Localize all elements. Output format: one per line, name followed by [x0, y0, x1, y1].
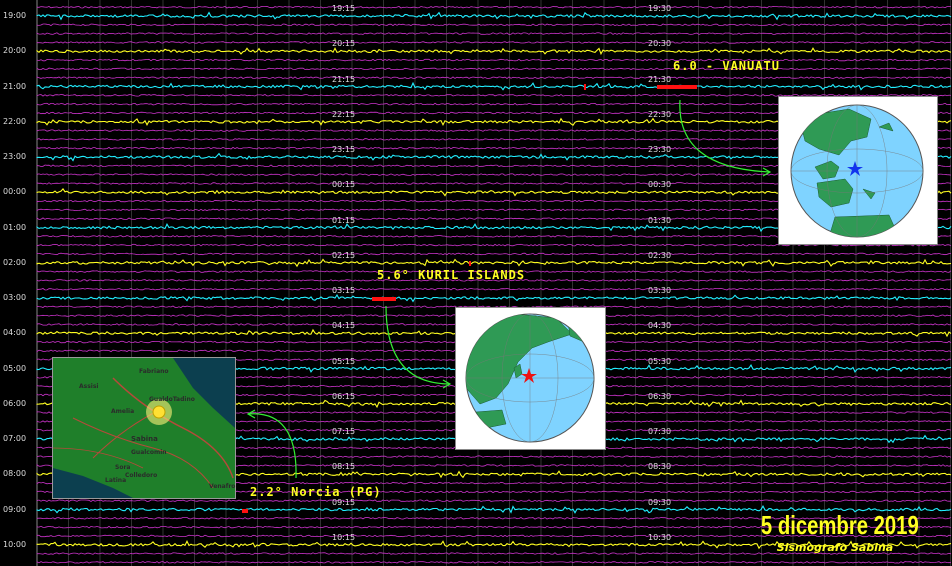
minute-label: 06:15: [332, 391, 356, 401]
map-label-gualcomin: Gualcomin: [131, 449, 167, 456]
minute-label: 05:30: [648, 356, 672, 366]
minor-event-marker: [584, 84, 586, 90]
trace-magenta: [36, 499, 951, 502]
arrow-to-vanuatu-globe: [679, 99, 771, 173]
trace-magenta: [36, 5, 952, 9]
minute-label: 02:30: [648, 250, 672, 260]
trace-magenta: [36, 76, 952, 79]
vanuatu-event-marker: [657, 85, 697, 89]
map-label-colledoro: Colledoro: [125, 472, 158, 479]
map-label-amelia: Amelia: [111, 408, 135, 415]
map-label-sabina: Sabina: [131, 435, 158, 443]
minute-label: 08:15: [332, 462, 356, 472]
trace-magenta: [36, 67, 952, 71]
hour-label: 19:00: [3, 11, 27, 20]
hour-label: 20:00: [3, 46, 27, 56]
minute-label: 07:15: [332, 427, 356, 436]
minute-label: 20:30: [648, 39, 672, 49]
map-label-latina: Latina: [105, 477, 127, 484]
hour-label: 23:00: [3, 152, 27, 161]
hour-label: 10:00: [3, 539, 27, 549]
minute-label: 10:15: [332, 532, 356, 542]
minute-label: 01:15: [332, 215, 356, 225]
minute-label: 19:15: [332, 4, 356, 13]
minute-label: 22:30: [648, 109, 672, 119]
minor-event-marker: [469, 261, 471, 266]
minute-label: 03:30: [648, 286, 672, 295]
trace-magenta: [36, 561, 952, 564]
minute-label: 04:15: [332, 321, 356, 331]
minute-label: 05:15: [332, 356, 356, 366]
minute-label: 09:30: [648, 497, 672, 507]
minute-label: 04:30: [648, 321, 672, 331]
hour-label: 02:00: [3, 257, 27, 267]
minute-label: 03:15: [332, 286, 356, 295]
trace-magenta: [36, 23, 952, 27]
hour-label: 05:00: [3, 363, 27, 373]
norcia-regional-map: Fabriano Assisi Amelia GualdoTadino Sabi…: [52, 357, 236, 499]
hour-label: 22:00: [3, 116, 27, 126]
kuril-globe-map: [455, 307, 606, 450]
map-label-fabriano: Fabriano: [139, 368, 169, 375]
minute-label: 07:30: [648, 427, 672, 436]
minute-label: 23:30: [648, 145, 672, 154]
hour-label: 03:00: [3, 293, 27, 302]
minute-label: 10:30: [648, 532, 672, 542]
trace-hour: [36, 258, 952, 268]
norcia-event-label: 2.2° Norcia (PG): [250, 485, 382, 499]
hour-label: 21:00: [3, 81, 27, 91]
station-subtitle: Sismografo Sabina: [776, 541, 894, 554]
hour-label: 00:00: [3, 187, 27, 197]
minute-label: 08:30: [648, 462, 672, 472]
minute-label: 21:15: [332, 74, 356, 84]
trace-hour: [36, 294, 952, 303]
hour-label: 06:00: [3, 398, 27, 408]
trace-magenta: [36, 58, 952, 62]
minute-label: 00:30: [648, 180, 672, 190]
minute-label: 23:15: [332, 145, 356, 154]
trace-hour: [36, 47, 952, 56]
norcia-event-marker: [242, 509, 248, 513]
hour-label: 09:00: [3, 504, 27, 514]
arrow-to-kuril-globe: [385, 305, 451, 385]
minute-label: 01:30: [648, 215, 672, 225]
trace-magenta: [36, 252, 952, 256]
map-label-venafro: Venafro: [209, 483, 236, 490]
minute-label: 06:30: [648, 391, 672, 401]
minute-label: 19:30: [648, 4, 672, 13]
minute-label: 20:15: [332, 39, 356, 49]
map-label-sora: Sora: [115, 464, 131, 471]
trace-hour: [36, 11, 952, 21]
vanuatu-globe-map: [778, 96, 938, 245]
map-label-assisi: Assisi: [79, 383, 99, 390]
kuril-event-label: 5.6° KURIL ISLANDS: [377, 268, 526, 282]
minute-label: 02:15: [332, 250, 356, 260]
hour-label: 01:00: [3, 222, 27, 232]
minute-label: 09:15: [332, 497, 356, 507]
trace-hour: [36, 81, 952, 91]
hour-label: 04:00: [3, 328, 27, 338]
trace-magenta: [36, 32, 952, 35]
trace-magenta: [36, 287, 952, 291]
hour-label: 08:00: [3, 469, 27, 479]
kuril-event-marker: [372, 297, 396, 301]
trace-magenta: [36, 41, 952, 44]
minute-label: 22:15: [332, 109, 356, 119]
vanuatu-event-label: 6.0 - VANUATU: [673, 59, 780, 73]
map-label-gualdo: GualdoTadino: [149, 396, 195, 403]
date-title: 5 dicembre 2019: [760, 510, 919, 540]
minute-label: 00:15: [332, 180, 356, 190]
hour-label: 07:00: [3, 434, 27, 443]
minute-label: 21:30: [648, 74, 672, 84]
